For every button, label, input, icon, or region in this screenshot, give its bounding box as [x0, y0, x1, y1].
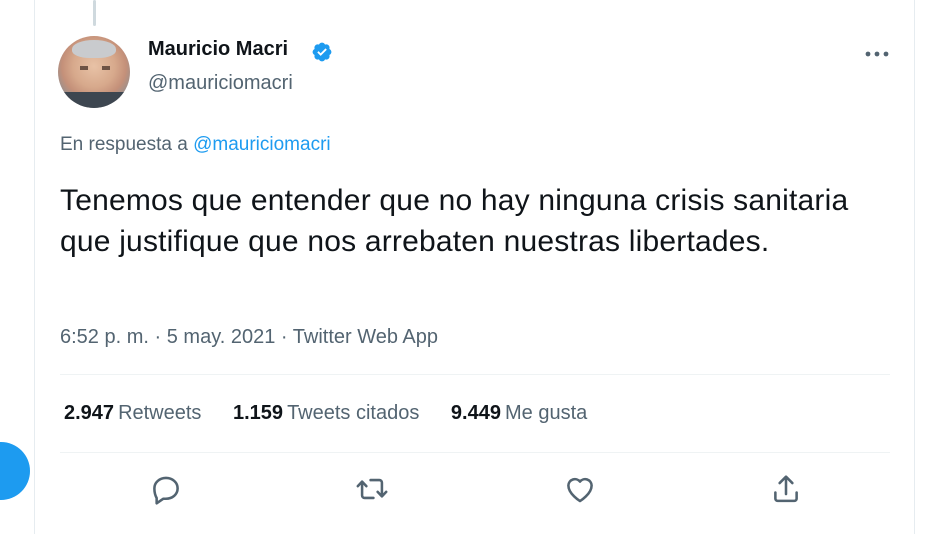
timeline-left-border [34, 0, 35, 534]
compose-tweet-button[interactable] [0, 442, 30, 500]
divider-top [60, 374, 890, 375]
meta-separator: · [280, 326, 288, 348]
reply-prefix: En respuesta a [60, 134, 188, 155]
share-icon[interactable] [769, 472, 803, 506]
tweet-time[interactable]: 6:52 p. m. [60, 326, 149, 348]
timeline-right-border [914, 0, 915, 534]
quote-tweets-stat[interactable]: 1.159 Tweets citados [233, 402, 419, 425]
meta-separator: · [154, 326, 162, 348]
retweets-count: 2.947 [64, 402, 115, 424]
likes-stat[interactable]: 9.449 Me gusta [451, 402, 587, 425]
tweet-text: Tenemos que entender que no hay ninguna … [60, 184, 849, 258]
tweet-meta: 6:52 p. m. · 5 may. 2021 · Twitter Web A… [60, 326, 438, 349]
like-icon[interactable] [563, 472, 597, 506]
avatar-eyes [80, 66, 110, 70]
more-options-icon[interactable] [864, 50, 890, 58]
author-avatar[interactable] [58, 36, 130, 108]
verified-badge-icon [312, 42, 332, 62]
reply-context: En respuesta a @mauriciomacri [60, 134, 331, 156]
likes-count: 9.449 [450, 402, 501, 424]
engagement-stats: 2.947 Retweets 1.159 Tweets citados 9.449 M… [64, 402, 613, 425]
tweet-date[interactable]: 5 may. 2021 [167, 326, 276, 348]
reply-icon[interactable] [149, 472, 183, 506]
retweets-stat[interactable]: 2.947 Retweets [64, 402, 201, 425]
likes-label: Me gusta [504, 402, 588, 424]
divider-bottom [60, 452, 890, 453]
retweets-label: Retweets [118, 402, 202, 424]
thread-connector-line [93, 0, 96, 26]
avatar-hair [72, 40, 116, 58]
author-handle[interactable]: @mauriciomacri [148, 72, 293, 95]
quote-tweets-label: Tweets citados [287, 402, 420, 424]
tweet-source[interactable]: Twitter Web App [293, 326, 438, 348]
author-display-name[interactable]: Mauricio Macri [148, 38, 288, 61]
reply-mention-link[interactable]: @mauriciomacri [193, 134, 331, 155]
retweet-icon[interactable] [355, 472, 389, 506]
avatar-shirt [58, 92, 130, 108]
quote-tweets-count: 1.159 [233, 402, 284, 424]
